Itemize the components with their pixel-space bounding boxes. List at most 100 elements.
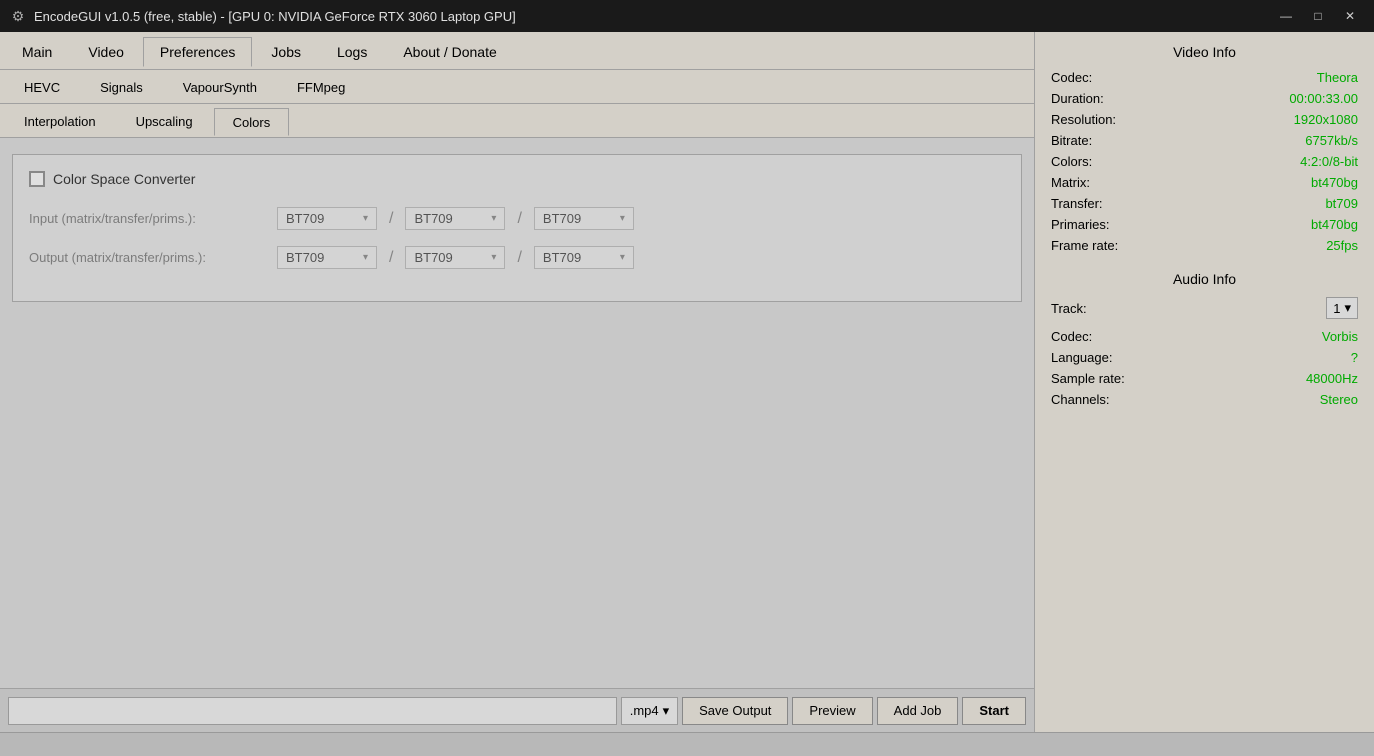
audio-channels-value: Stereo: [1320, 392, 1358, 407]
separator-2: /: [517, 210, 521, 228]
app-icon: ⚙: [10, 8, 26, 24]
input-prims-value: BT709: [543, 211, 614, 226]
subtab-signals[interactable]: Signals: [81, 74, 162, 102]
video-codec-value: Theora: [1317, 70, 1358, 85]
right-panel: Video Info Codec: Theora Duration: 00:00…: [1034, 32, 1374, 732]
video-matrix-row: Matrix: bt470bg: [1051, 175, 1358, 190]
input-transfer-select[interactable]: BT709 ▾: [405, 207, 505, 230]
output-matrix-select[interactable]: BT709 ▾: [277, 246, 377, 269]
format-select-arrow-icon: ▾: [663, 703, 670, 719]
audio-codec-key: Codec:: [1051, 329, 1092, 344]
video-primaries-row: Primaries: bt470bg: [1051, 217, 1358, 232]
input-matrix-select[interactable]: BT709 ▾: [277, 207, 377, 230]
maximize-button[interactable]: □: [1304, 6, 1332, 26]
video-codec-row: Codec: Theora: [1051, 70, 1358, 85]
output-prims-value: BT709: [543, 250, 614, 265]
audio-language-row: Language: ?: [1051, 350, 1358, 365]
checkbox-row: Color Space Converter: [29, 171, 1005, 187]
video-bitrate-key: Bitrate:: [1051, 133, 1092, 148]
video-duration-row: Duration: 00:00:33.00: [1051, 91, 1358, 106]
video-codec-key: Codec:: [1051, 70, 1092, 85]
format-select[interactable]: .mp4 ▾: [621, 697, 678, 725]
input-matrix-value: BT709: [286, 211, 357, 226]
video-colors-row: Colors: 4:2:0/8-bit: [1051, 154, 1358, 169]
subtab-colors[interactable]: Colors: [214, 108, 290, 136]
subtab-vapoursynth[interactable]: VapourSynth: [164, 74, 276, 102]
app-body: Main Video Preferences Jobs Logs About /…: [0, 32, 1374, 732]
video-colors-value: 4:2:0/8-bit: [1300, 154, 1358, 169]
subtab-interpolation[interactable]: Interpolation: [5, 108, 115, 136]
video-duration-value: 00:00:33.00: [1289, 91, 1358, 106]
color-space-converter-checkbox[interactable]: [29, 171, 45, 187]
output-prims-select[interactable]: BT709 ▾: [534, 246, 634, 269]
menu-about-donate[interactable]: About / Donate: [386, 37, 513, 67]
separator-3: /: [389, 249, 393, 267]
track-select-value: 1: [1333, 301, 1340, 316]
minimize-button[interactable]: —: [1272, 6, 1300, 26]
input-transfer-arrow-icon: ▾: [491, 213, 496, 224]
audio-channels-key: Channels:: [1051, 392, 1110, 407]
separator-4: /: [517, 249, 521, 267]
input-transfer-value: BT709: [414, 211, 485, 226]
audio-language-value: ?: [1351, 350, 1358, 365]
subtab-bar-2: Interpolation Upscaling Colors: [0, 104, 1034, 138]
video-transfer-value: bt709: [1325, 196, 1358, 211]
bottom-bar: .mp4 ▾ Save Output Preview Add Job Start: [0, 688, 1034, 732]
track-select[interactable]: 1 ▾: [1326, 297, 1358, 319]
info-divider: [1051, 259, 1358, 271]
format-select-value: .mp4: [630, 703, 659, 718]
video-transfer-row: Transfer: bt709: [1051, 196, 1358, 211]
audio-info-title: Audio Info: [1051, 271, 1358, 287]
menu-preferences[interactable]: Preferences: [143, 37, 252, 67]
left-panel: Main Video Preferences Jobs Logs About /…: [0, 32, 1034, 732]
audio-samplerate-row: Sample rate: 48000Hz: [1051, 371, 1358, 386]
video-transfer-key: Transfer:: [1051, 196, 1103, 211]
audio-codec-row: Codec: Vorbis: [1051, 329, 1358, 344]
output-matrix-arrow-icon: ▾: [363, 252, 368, 263]
audio-samplerate-value: 48000Hz: [1306, 371, 1358, 386]
menu-video[interactable]: Video: [71, 37, 141, 67]
menu-main[interactable]: Main: [5, 37, 69, 67]
audio-track-row: Track: 1 ▾: [1051, 297, 1358, 319]
output-transfer-arrow-icon: ▾: [491, 252, 496, 263]
input-matrix-arrow-icon: ▾: [363, 213, 368, 224]
output-label: Output (matrix/transfer/prims.):: [29, 250, 269, 265]
input-prims-arrow-icon: ▾: [620, 213, 625, 224]
video-bitrate-row: Bitrate: 6757kb/s: [1051, 133, 1358, 148]
save-output-button[interactable]: Save Output: [682, 697, 788, 725]
add-job-button[interactable]: Add Job: [877, 697, 959, 725]
subtab-ffmpeg[interactable]: FFMpeg: [278, 74, 364, 102]
audio-codec-value: Vorbis: [1322, 329, 1358, 344]
track-select-arrow-icon: ▾: [1344, 300, 1351, 316]
start-button[interactable]: Start: [962, 697, 1026, 725]
audio-channels-row: Channels: Stereo: [1051, 392, 1358, 407]
menu-jobs[interactable]: Jobs: [254, 37, 318, 67]
converter-panel: Color Space Converter Input (matrix/tran…: [12, 154, 1022, 302]
video-info-title: Video Info: [1051, 44, 1358, 60]
output-path-input[interactable]: [8, 697, 617, 725]
subtab-bar-1: HEVC Signals VapourSynth FFMpeg: [0, 70, 1034, 104]
close-button[interactable]: ✕: [1336, 6, 1364, 26]
preview-button[interactable]: Preview: [792, 697, 872, 725]
input-prims-select[interactable]: BT709 ▾: [534, 207, 634, 230]
output-prims-arrow-icon: ▾: [620, 252, 625, 263]
status-bar: [0, 732, 1374, 756]
menu-logs[interactable]: Logs: [320, 37, 384, 67]
output-transfer-select[interactable]: BT709 ▾: [405, 246, 505, 269]
video-framerate-key: Frame rate:: [1051, 238, 1118, 253]
video-resolution-row: Resolution: 1920x1080: [1051, 112, 1358, 127]
audio-language-key: Language:: [1051, 350, 1112, 365]
output-transfer-value: BT709: [414, 250, 485, 265]
menu-bar: Main Video Preferences Jobs Logs About /…: [0, 32, 1034, 70]
checkbox-label: Color Space Converter: [53, 171, 195, 187]
audio-samplerate-key: Sample rate:: [1051, 371, 1125, 386]
video-duration-key: Duration:: [1051, 91, 1104, 106]
title-bar: ⚙ EncodeGUI v1.0.5 (free, stable) - [GPU…: [0, 0, 1374, 32]
subtab-upscaling[interactable]: Upscaling: [117, 108, 212, 136]
video-resolution-value: 1920x1080: [1294, 112, 1358, 127]
audio-track-key: Track:: [1051, 301, 1087, 316]
subtab-hevc[interactable]: HEVC: [5, 74, 79, 102]
output-matrix-value: BT709: [286, 250, 357, 265]
video-matrix-key: Matrix:: [1051, 175, 1090, 190]
window-title: EncodeGUI v1.0.5 (free, stable) - [GPU 0…: [34, 9, 516, 24]
